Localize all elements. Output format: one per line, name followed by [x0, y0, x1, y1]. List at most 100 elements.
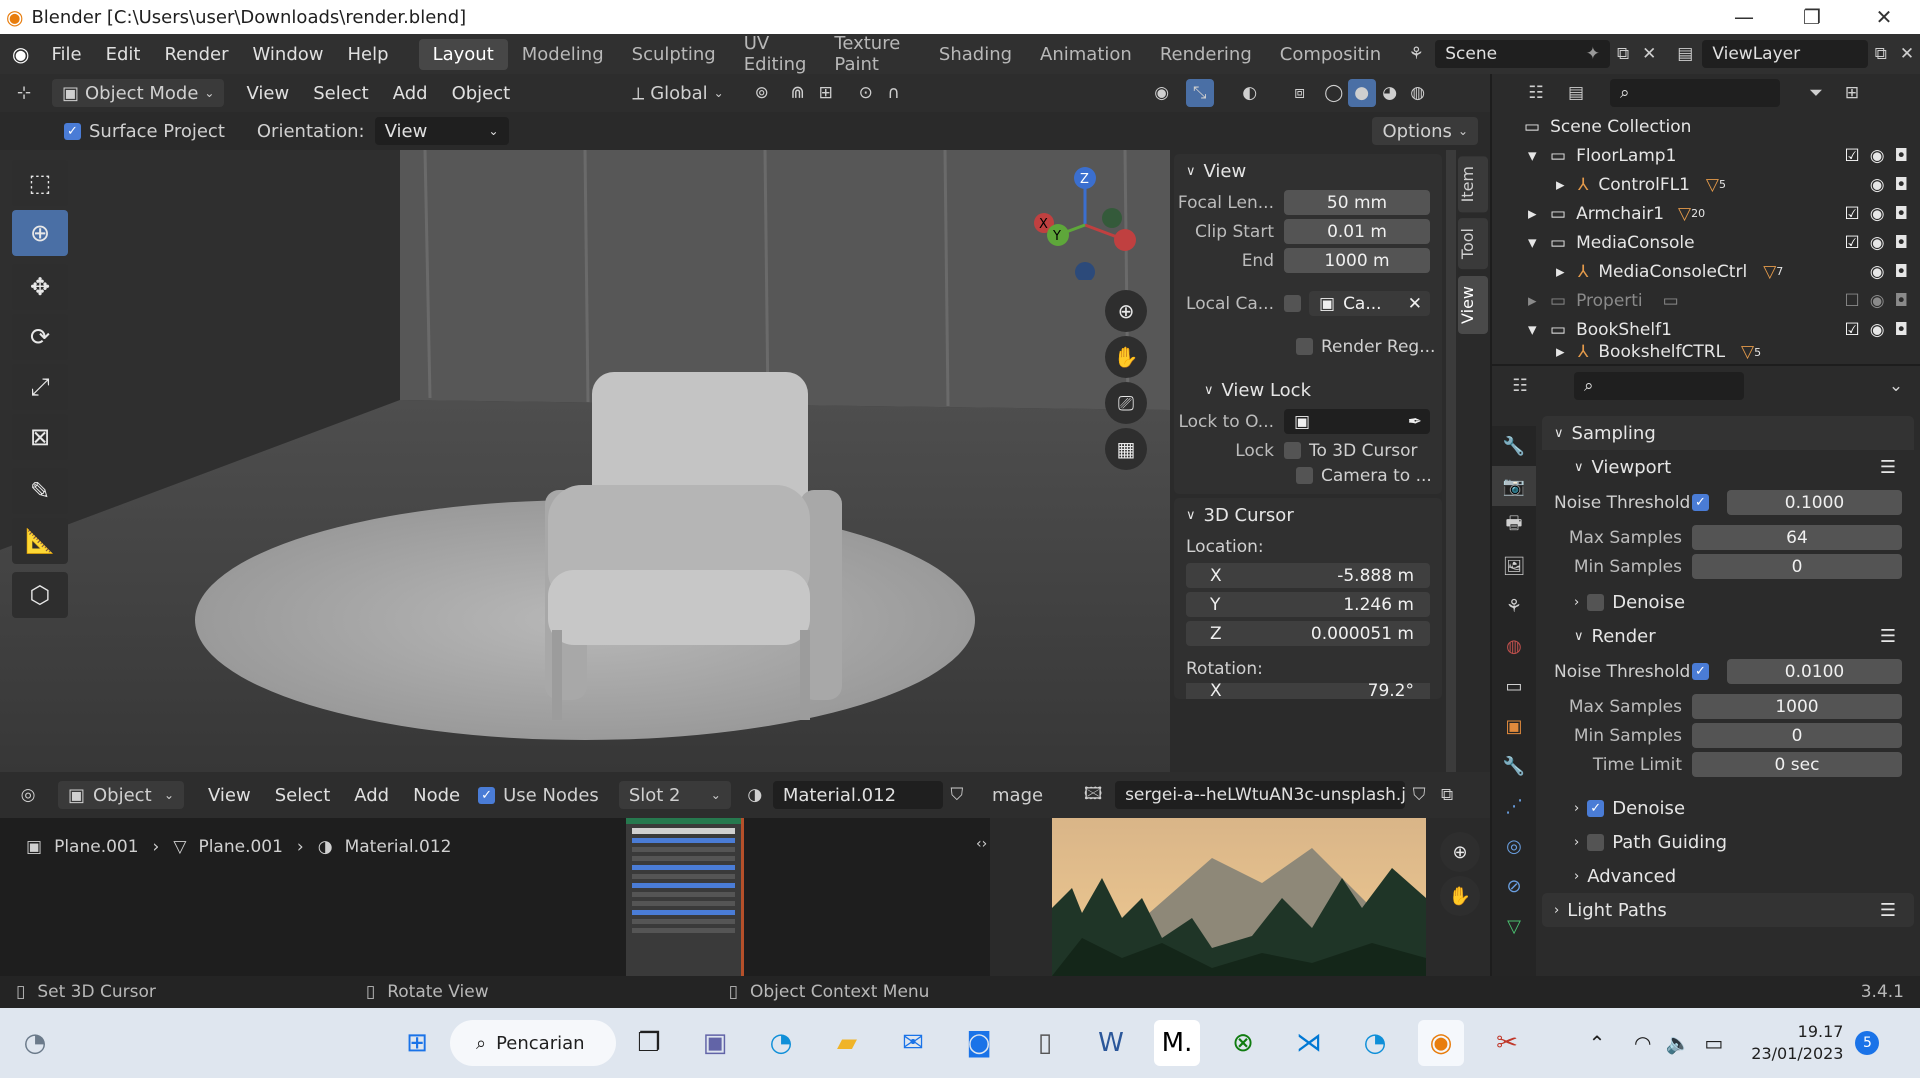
tab-item[interactable]: Item: [1458, 156, 1488, 213]
material-name-field[interactable]: Material.012: [772, 781, 943, 809]
cursor-y-field[interactable]: Y 1.246 m: [1186, 592, 1430, 617]
outliner-search[interactable]: ⌕: [1610, 79, 1780, 107]
tab-compositing[interactable]: Compositin: [1266, 39, 1395, 70]
node-object-selector[interactable]: ▣ Object ⌄: [58, 781, 184, 809]
outliner-row[interactable]: ▾ ▭ FloorLamp1 ☑ ◉ ◘: [1492, 141, 1920, 170]
select-box-tool-icon[interactable]: ⬚: [12, 160, 68, 206]
collapse-arrows-icon[interactable]: ‹›: [976, 836, 987, 852]
view-panel-header[interactable]: ∨ View: [1174, 154, 1442, 188]
clip-end-field[interactable]: 1000 m: [1284, 248, 1430, 273]
pivot-icon[interactable]: ⊚: [748, 79, 776, 107]
battery-icon[interactable]: ▭: [1704, 1031, 1723, 1055]
view-layer-icon[interactable]: ▤: [1672, 40, 1698, 68]
file-explorer-icon[interactable]: ▰: [824, 1020, 870, 1066]
zoom-icon[interactable]: ⊕: [1105, 290, 1147, 332]
overlay-icon[interactable]: ◐: [1236, 79, 1264, 107]
visibility-icon[interactable]: ◉: [1148, 79, 1176, 107]
properties-search[interactable]: ⌕: [1574, 372, 1744, 400]
outliner-editor-icon[interactable]: ☷: [1522, 79, 1550, 107]
wireframe-shading-icon[interactable]: ◯: [1320, 79, 1348, 107]
tab-sculpting[interactable]: Sculpting: [618, 39, 730, 70]
new-view-layer-icon[interactable]: ⧉: [1868, 40, 1894, 68]
properties-editor-icon[interactable]: ☷: [1506, 372, 1534, 400]
close-button[interactable]: ✕: [1856, 0, 1912, 34]
eye-icon[interactable]: ◉: [1870, 146, 1885, 166]
pan-hand-icon[interactable]: ✋: [1105, 336, 1147, 378]
menu-edit[interactable]: Edit: [94, 44, 153, 65]
tab-uv-editing[interactable]: UV Editing: [730, 28, 821, 80]
notepad-icon[interactable]: ▯: [1022, 1020, 1068, 1066]
tool-tab-icon[interactable]: 🔧: [1492, 426, 1536, 466]
physics-tab-icon[interactable]: ◎: [1492, 826, 1536, 866]
falloff-icon[interactable]: ∩: [880, 79, 908, 107]
r-denoise-subheader[interactable]: › ✓ Denoise: [1542, 791, 1914, 825]
render-tab-icon[interactable]: 📷: [1492, 466, 1536, 506]
expand-icon[interactable]: ▾: [1528, 320, 1550, 340]
list-icon[interactable]: ☰: [1880, 900, 1896, 921]
filter-icon[interactable]: ⏷: [1802, 79, 1830, 107]
expand-icon[interactable]: ▸: [1556, 262, 1578, 282]
camera-icon[interactable]: ◘: [1895, 204, 1908, 224]
node-menu-add[interactable]: Add: [342, 785, 401, 806]
menu-file[interactable]: File: [39, 44, 93, 65]
volume-icon[interactable]: 🔈: [1665, 1031, 1690, 1055]
outliner-row[interactable]: ▸ ⅄ ControlFL1 ▽ 5 ◉ ◘: [1492, 170, 1920, 199]
light-paths-header[interactable]: › Light Paths ☰: [1542, 893, 1914, 927]
camera-to-view-checkbox[interactable]: [1296, 467, 1313, 484]
expand-icon[interactable]: ▾: [1528, 233, 1550, 253]
lock-to-object-field[interactable]: ▣ ✒: [1284, 409, 1430, 434]
menu-view[interactable]: View: [234, 83, 301, 104]
orientation-dropdown[interactable]: View ⌄: [374, 117, 509, 145]
editor-type-icon[interactable]: ⊹: [10, 79, 38, 107]
new-scene-icon[interactable]: ⧉: [1610, 40, 1636, 68]
view-lock-header[interactable]: ∨ View Lock: [1174, 373, 1442, 407]
delete-view-layer-icon[interactable]: ✕: [1894, 40, 1920, 68]
material-browse-icon[interactable]: ◑: [741, 781, 769, 809]
perspective-grid-icon[interactable]: ▦: [1105, 428, 1147, 470]
menu-select[interactable]: Select: [301, 83, 381, 104]
menu-render[interactable]: Render: [152, 44, 240, 65]
weather-icon[interactable]: ◔: [12, 1020, 58, 1066]
node-menu-select[interactable]: Select: [263, 785, 343, 806]
outliner-row[interactable]: ▾ ▭ BookShelf1 ☑ ◉ ◘: [1492, 315, 1920, 344]
expand-icon[interactable]: ▸: [1556, 175, 1578, 195]
node-menu-view[interactable]: View: [196, 785, 263, 806]
r-max-samples-field[interactable]: 1000: [1692, 694, 1902, 719]
camera-icon[interactable]: ◘: [1895, 233, 1908, 253]
vp-max-samples-field[interactable]: 64: [1692, 525, 1902, 550]
eye-icon[interactable]: ◉: [1870, 233, 1885, 253]
eye-icon[interactable]: ◉: [1870, 204, 1885, 224]
image-name-field[interactable]: sergei-a--heLWtuAN3c-unsplash.jpg: [1115, 781, 1406, 809]
proportional-edit-icon[interactable]: ⊙: [852, 79, 880, 107]
particles-tab-icon[interactable]: ⋰: [1492, 786, 1536, 826]
node-canvas[interactable]: ▣ Plane.001 › ▽ Plane.001 › ◑ Material.0…: [0, 818, 990, 976]
tab-layout[interactable]: Layout: [418, 38, 508, 70]
sampling-header[interactable]: ∨ Sampling: [1542, 416, 1914, 450]
blender-taskbar-icon[interactable]: ◉: [1418, 1020, 1464, 1066]
principled-bsdf-node[interactable]: [626, 818, 744, 976]
checkbox-icon[interactable]: ☑: [1844, 204, 1859, 224]
move-tool-icon[interactable]: ✥: [12, 264, 68, 310]
edge-dev-icon[interactable]: ◔: [1352, 1020, 1398, 1066]
viewport-subheader[interactable]: ∨ Viewport ☰: [1542, 450, 1914, 484]
r-min-samples-field[interactable]: 0: [1692, 723, 1902, 748]
menu-help[interactable]: Help: [336, 44, 401, 65]
tab-rendering[interactable]: Rendering: [1146, 39, 1266, 70]
render-region-checkbox[interactable]: [1296, 338, 1313, 355]
zoom-icon[interactable]: ⊕: [1440, 832, 1480, 872]
outliner-row[interactable]: ▭ Scene Collection: [1492, 112, 1920, 141]
world-tab-icon[interactable]: ◍: [1492, 626, 1536, 666]
clear-icon[interactable]: ✕: [1408, 294, 1422, 314]
use-nodes-checkbox[interactable]: ✓: [478, 786, 496, 804]
object-tab-icon[interactable]: ▣: [1492, 706, 1536, 746]
rendered-shading-icon[interactable]: ◍: [1404, 79, 1432, 107]
camera-icon[interactable]: ◘: [1895, 175, 1908, 195]
mode-selector[interactable]: ▣ Object Mode ⌄: [52, 79, 225, 107]
vp-denoise-checkbox[interactable]: [1587, 593, 1605, 611]
advanced-subheader[interactable]: › Advanced: [1542, 859, 1914, 893]
menu-add[interactable]: Add: [381, 83, 440, 104]
cursor-tool-icon[interactable]: ⊕: [12, 210, 68, 256]
outliner-row[interactable]: ▾ ▭ MediaConsole ☑ ◉ ◘: [1492, 228, 1920, 257]
menu-window[interactable]: Window: [241, 44, 336, 65]
snap-increment-icon[interactable]: ⊞: [812, 79, 840, 107]
